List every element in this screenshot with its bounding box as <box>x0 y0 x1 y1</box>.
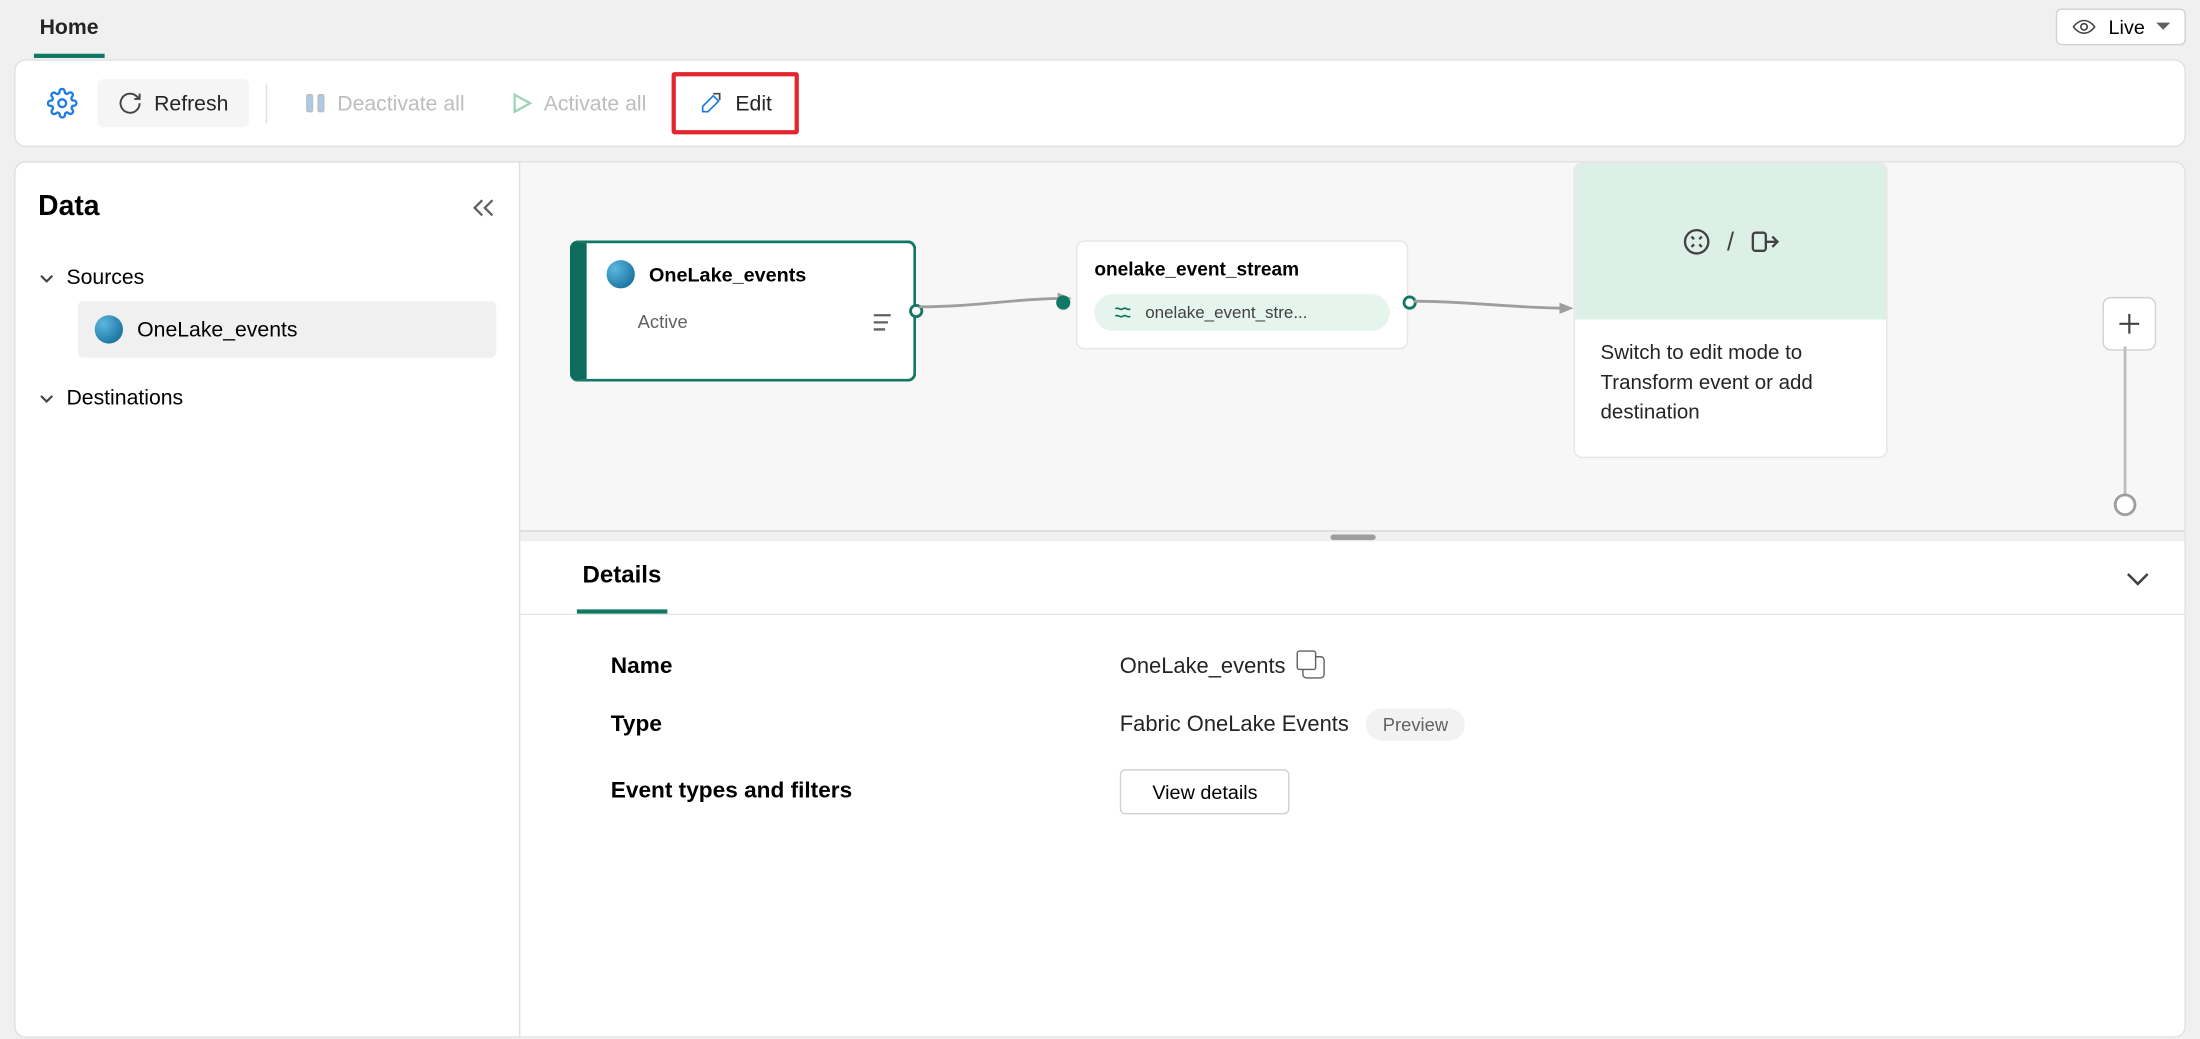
live-label: Live <box>2109 16 2145 39</box>
activate-all-button: Activate all <box>490 80 666 127</box>
source-node-title: OneLake_events <box>649 263 806 286</box>
stream-input-port[interactable] <box>1056 295 1070 309</box>
onelake-source-icon <box>607 260 635 288</box>
detail-label-name: Name <box>611 655 1120 680</box>
stream-node-title: onelake_event_stream <box>1094 259 1390 280</box>
edit-icon <box>699 90 724 115</box>
stream-node[interactable]: onelake_event_stream onelake_event_stre.… <box>1076 240 1408 349</box>
tab-details[interactable]: Details <box>577 542 667 614</box>
deactivate-all-button: Deactivate all <box>284 80 485 127</box>
edit-button-highlight: Edit <box>672 72 799 134</box>
gear-icon <box>47 88 78 119</box>
edit-button[interactable]: Edit <box>679 79 792 127</box>
settings-button[interactable] <box>33 76 92 130</box>
caret-down-icon <box>2156 20 2170 34</box>
plus-icon <box>2118 312 2141 335</box>
view-details-button[interactable]: View details <box>1120 769 1290 814</box>
chevron-down-icon <box>38 269 55 286</box>
source-node[interactable]: OneLake_events Active <box>570 240 916 381</box>
detail-value-name: OneLake_events <box>1120 655 1286 680</box>
copy-name-button[interactable] <box>1302 656 1325 679</box>
sidebar-title: Data <box>38 191 99 224</box>
detail-value-type: Fabric OneLake Events <box>1120 712 1349 737</box>
flow-canvas[interactable]: OneLake_events Active onelake_event_stre… <box>520 163 2184 531</box>
pause-icon <box>303 92 326 115</box>
destination-hint-text: Switch to edit mode to Transform event o… <box>1575 320 1886 457</box>
add-guide-line <box>2124 346 2127 502</box>
connector-wire <box>919 290 1082 332</box>
add-node-button[interactable] <box>2102 297 2156 351</box>
eye-icon <box>2072 18 2097 35</box>
splitter-grip <box>1330 534 1375 540</box>
stream-icon <box>1114 304 1134 321</box>
output-icon <box>1748 226 1779 257</box>
collapse-sidebar-icon[interactable] <box>471 197 496 217</box>
tree-section-destinations[interactable]: Destinations <box>38 375 496 422</box>
onelake-source-icon <box>95 315 123 343</box>
toolbar: Refresh Deactivate all Activate all Edit <box>14 59 2186 147</box>
stream-chip[interactable]: onelake_event_stre... <box>1094 294 1390 331</box>
panel-splitter[interactable] <box>520 530 2184 541</box>
detail-label-type: Type <box>611 712 1120 737</box>
preview-badge: Preview <box>1366 708 1465 741</box>
toolbar-divider <box>265 83 266 123</box>
chevron-down-icon <box>38 390 55 407</box>
data-sidebar: Data Sources OneLake_events Destinations <box>14 161 520 1038</box>
collapse-details-icon[interactable] <box>2125 569 2150 586</box>
tab-home[interactable]: Home <box>34 1 104 58</box>
refresh-icon <box>117 90 142 115</box>
add-drop-handle[interactable] <box>2114 493 2137 516</box>
sidebar-item-onelake-events[interactable]: OneLake_events <box>78 301 497 358</box>
live-mode-dropdown[interactable]: Live <box>2056 8 2186 45</box>
menu-icon[interactable] <box>871 312 894 332</box>
play-icon <box>510 92 533 115</box>
source-node-status: Active <box>638 311 688 332</box>
details-panel: Details Name OneLake_events Type <box>520 542 2184 1037</box>
destination-hint-node[interactable]: / Switch to edit mode to Transform event… <box>1574 163 1888 459</box>
tree-section-sources[interactable]: Sources <box>38 254 496 301</box>
refresh-button[interactable]: Refresh <box>98 79 249 127</box>
transform-icon <box>1682 226 1713 257</box>
detail-label-filters: Event types and filters <box>611 779 1120 804</box>
connector-wire <box>1414 287 1584 329</box>
